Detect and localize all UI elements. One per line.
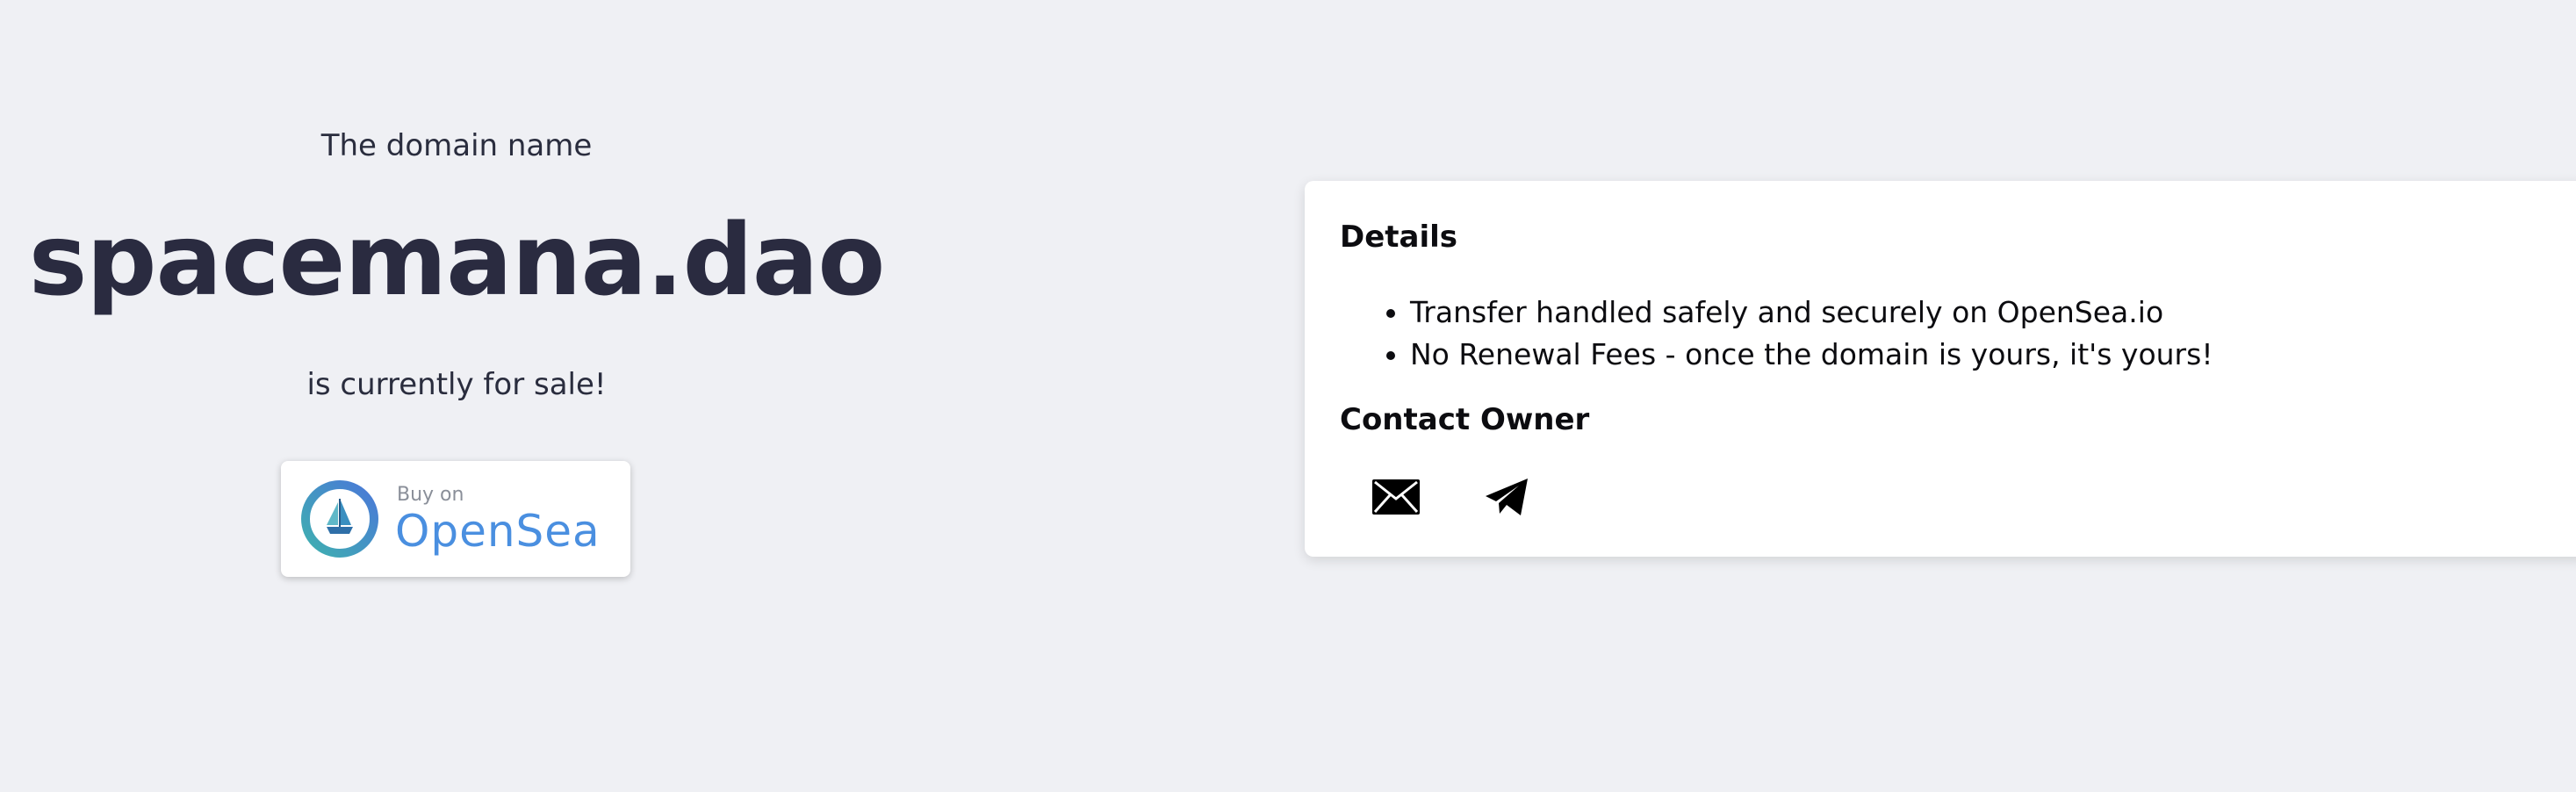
details-card: Details Transfer handled safely and secu… <box>1305 181 2576 557</box>
intro-text: The domain name <box>320 128 593 163</box>
envelope-icon[interactable] <box>1370 471 1422 523</box>
sale-status-text: is currently for sale! <box>306 367 607 402</box>
details-heading: Details <box>1340 220 1458 255</box>
list-item: No Renewal Fees - once the domain is you… <box>1410 334 2213 376</box>
list-item: Transfer handled safely and securely on … <box>1410 292 2213 334</box>
buy-on-label: Buy on <box>397 484 464 506</box>
opensea-brand-label: OpenSea <box>395 506 601 557</box>
opensea-ship-icon <box>301 480 378 558</box>
domain-name: spacemana.dao <box>28 204 886 318</box>
contact-owner-heading: Contact Owner <box>1340 402 1590 437</box>
buy-on-opensea-button[interactable]: Buy on OpenSea <box>281 461 630 577</box>
page: The domain name spacemana.dao is current… <box>0 0 2576 792</box>
details-list: Transfer handled safely and securely on … <box>1340 292 2213 376</box>
telegram-icon[interactable] <box>1480 471 1533 523</box>
